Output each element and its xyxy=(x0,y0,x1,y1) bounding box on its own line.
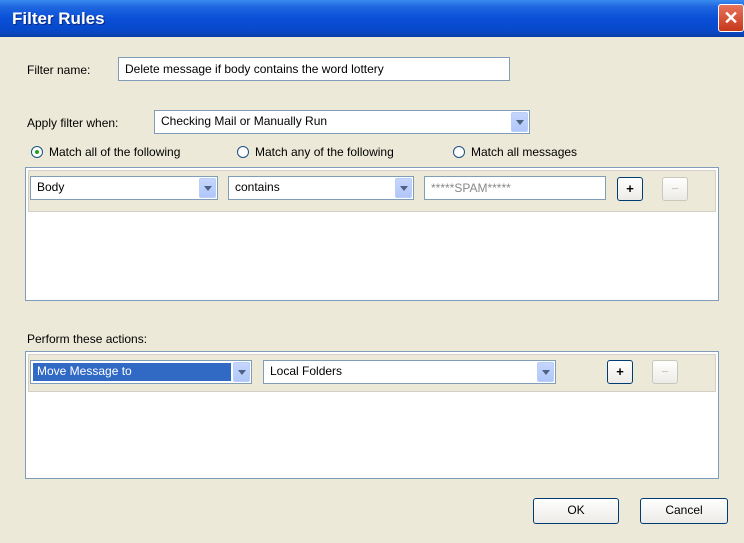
filter-name-label: Filter name: xyxy=(27,63,91,77)
chevron-down-icon[interactable] xyxy=(233,362,250,382)
radio-match-all-messages[interactable]: Match all messages xyxy=(453,145,577,159)
action-target-select[interactable]: Local Folders xyxy=(263,360,556,384)
action-type-value: Move Message to xyxy=(33,363,231,381)
remove-rule-button[interactable]: − xyxy=(662,177,688,201)
perform-actions-label: Perform these actions: xyxy=(27,332,148,346)
close-icon[interactable]: ✕ xyxy=(718,4,744,32)
filter-rules-dialog: Filter Rules ✕ Filter name: Apply filter… xyxy=(0,0,744,543)
radio-match-all-messages-label: Match all messages xyxy=(471,145,578,159)
cancel-button[interactable]: Cancel xyxy=(640,498,728,524)
radio-unselected-icon xyxy=(453,146,465,158)
add-action-button[interactable]: + xyxy=(607,360,633,384)
filter-name-input[interactable] xyxy=(118,57,510,81)
radio-unselected-icon xyxy=(237,146,249,158)
radio-match-all-label: Match all of the following xyxy=(49,145,181,159)
chevron-down-icon[interactable] xyxy=(537,362,554,382)
rule-field-select[interactable]: Body xyxy=(30,176,218,200)
chevron-down-icon[interactable] xyxy=(199,178,216,198)
add-rule-button[interactable]: + xyxy=(617,177,643,201)
chevron-down-icon[interactable] xyxy=(395,178,412,198)
ok-button[interactable]: OK xyxy=(533,498,619,524)
radio-match-any-label: Match any of the following xyxy=(255,145,394,159)
rule-field-value: Body xyxy=(37,180,65,194)
apply-filter-label: Apply filter when: xyxy=(27,116,119,130)
remove-action-button[interactable]: − xyxy=(652,360,678,384)
rule-operator-select[interactable]: contains xyxy=(228,176,414,200)
rule-operator-value: contains xyxy=(235,180,280,194)
action-target-value: Local Folders xyxy=(270,364,343,378)
radio-match-any[interactable]: Match any of the following xyxy=(237,145,394,159)
title-bar[interactable]: Filter Rules ✕ xyxy=(0,0,744,37)
radio-selected-icon xyxy=(31,146,43,158)
apply-filter-value: Checking Mail or Manually Run xyxy=(161,114,328,128)
rule-value-input[interactable] xyxy=(424,176,606,200)
action-type-select[interactable]: Move Message to xyxy=(30,360,252,384)
radio-match-all[interactable]: Match all of the following xyxy=(31,145,180,159)
apply-filter-select[interactable]: Checking Mail or Manually Run xyxy=(154,110,530,134)
window-title: Filter Rules xyxy=(12,9,105,28)
chevron-down-icon[interactable] xyxy=(511,112,528,132)
